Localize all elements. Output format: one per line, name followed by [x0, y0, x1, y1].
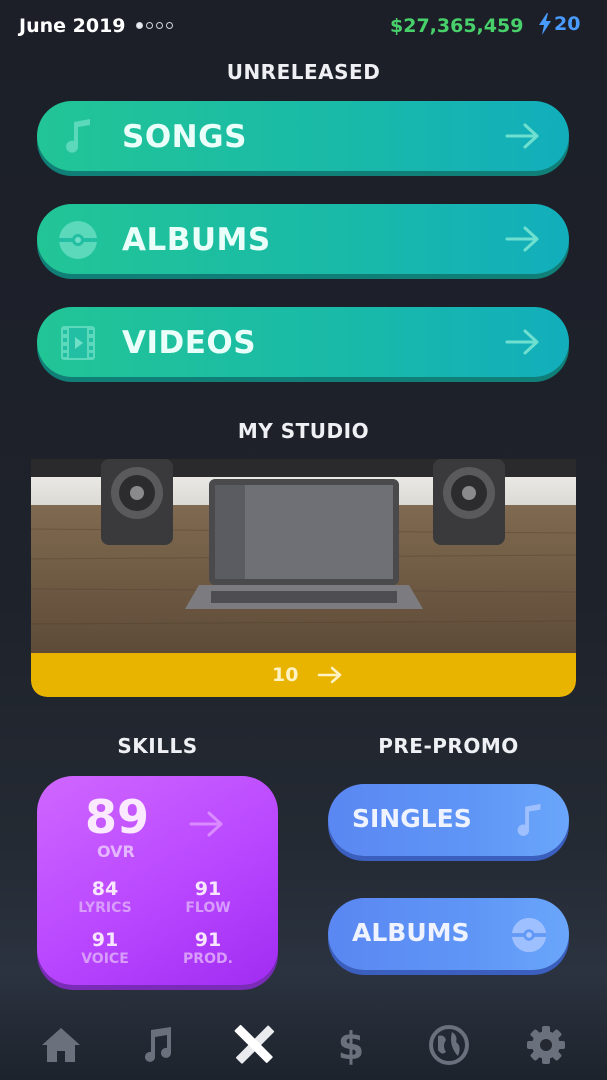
vinyl-disc-icon [59, 221, 97, 259]
stat-prod: 91 PROD. [168, 929, 248, 967]
prepromo-albums-button[interactable]: ALBUMS [328, 898, 569, 970]
stat-value: 84 [91, 878, 119, 900]
week-dot [166, 22, 173, 29]
pencil-ruler-icon [234, 1024, 275, 1064]
studio-card[interactable]: 10 [31, 459, 576, 697]
nav-world[interactable] [424, 1020, 474, 1070]
arrow-right-icon [505, 226, 539, 252]
stat-value: 91 [91, 929, 119, 951]
stat-label: VOICE [81, 951, 129, 967]
unreleased-albums-button[interactable]: ALBUMS [37, 204, 569, 274]
stat-label: FLOW [185, 900, 231, 916]
nav-music[interactable] [132, 1020, 182, 1070]
money-balance: $27,365,459 [390, 15, 524, 37]
studio-level-bar[interactable]: 10 [31, 653, 576, 697]
music-note-icon [517, 803, 541, 836]
nav-create[interactable] [229, 1020, 279, 1070]
studio-illustration [31, 459, 576, 653]
stat-value: 91 [194, 878, 222, 900]
top-bar: June 2019 $27,365,459 20 [0, 0, 607, 56]
home-icon [42, 1028, 80, 1062]
film-strip-icon [61, 326, 95, 360]
unreleased-title: UNRELEASED [226, 60, 381, 84]
overall-rating: 89 [85, 790, 150, 844]
dollar-icon: $ [338, 1024, 364, 1067]
my-studio-title: MY STUDIO [237, 419, 370, 443]
unreleased-songs-button[interactable]: SONGS [37, 101, 569, 171]
week-progress-dots [136, 22, 173, 29]
vinyl-disc-icon [511, 917, 547, 953]
globe-icon [429, 1025, 469, 1065]
albums-label: ALBUMS [122, 222, 271, 258]
week-dot [156, 22, 163, 29]
energy-counter[interactable]: 20 [538, 13, 580, 35]
songs-label: SONGS [122, 119, 247, 155]
arrow-right-icon [505, 329, 539, 355]
stat-label: PROD. [183, 951, 233, 967]
week-dot [136, 22, 143, 29]
week-dot [146, 22, 153, 29]
nav-settings[interactable] [521, 1020, 571, 1070]
arrow-right-icon [189, 811, 223, 837]
bottom-nav: $ [0, 1010, 607, 1080]
nav-money[interactable]: $ [326, 1020, 376, 1070]
svg-text:$: $ [338, 1024, 364, 1067]
stat-value: 91 [194, 929, 222, 951]
stat-label: LYRICS [78, 900, 132, 916]
skills-title: SKILLS [117, 734, 198, 758]
music-note-icon [66, 119, 90, 153]
stat-flow: 91 FLOW [168, 878, 248, 916]
arrow-right-icon [505, 123, 539, 149]
studio-level: 10 [272, 664, 299, 686]
overall-label: OVR [97, 842, 135, 861]
unreleased-videos-button[interactable]: VIDEOS [37, 307, 569, 377]
arrow-right-icon [317, 666, 342, 684]
prepromo-title: PRE-PROMO [378, 734, 519, 758]
stat-voice: 91 VOICE [65, 929, 145, 967]
skills-card[interactable]: 89 OVR 84 LYRICS 91 FLOW 91 VOICE 91 PRO… [37, 776, 278, 985]
music-note-icon [145, 1027, 171, 1062]
albums-label: ALBUMS [352, 918, 470, 947]
lightning-icon [539, 13, 551, 35]
gear-icon [527, 1026, 565, 1064]
singles-label: SINGLES [352, 804, 472, 833]
date-label: June 2019 [19, 15, 126, 37]
stat-lyrics: 84 LYRICS [65, 878, 145, 916]
nav-home[interactable] [36, 1020, 86, 1070]
prepromo-singles-button[interactable]: SINGLES [328, 784, 569, 856]
energy-value: 20 [554, 13, 581, 35]
videos-label: VIDEOS [122, 325, 257, 361]
